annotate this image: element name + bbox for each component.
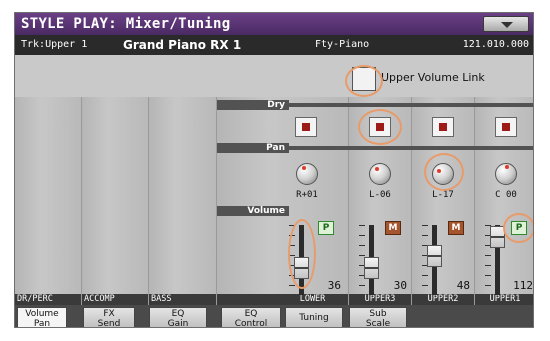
page-menu-button[interactable] <box>483 16 529 32</box>
pan-value-lower: R+01 <box>296 190 318 200</box>
channel-strip-accomp: ACCOMP <box>82 97 149 305</box>
play-button-lower[interactable]: P <box>318 221 334 235</box>
volume-fader-upper2[interactable] <box>427 245 442 267</box>
channel-strip-lower: LOWER <box>217 97 349 305</box>
pan-knob-upper1[interactable] <box>495 163 517 185</box>
dry-button-lower[interactable] <box>295 117 317 137</box>
highlight-ring <box>345 65 383 97</box>
volume-value-upper1: 112 <box>513 279 533 292</box>
volume-fader-upper3[interactable] <box>364 257 379 279</box>
channel-strip-dr-perc: DR/PERC <box>15 97 82 305</box>
tab-eq-control[interactable]: EQ Control <box>221 307 281 327</box>
volume-value-upper2: 48 <box>456 279 470 292</box>
pan-knob-upper3[interactable] <box>369 163 391 185</box>
tab-fx-send[interactable]: FX Send <box>83 307 135 327</box>
sound-number: 121.010.000 <box>462 39 529 50</box>
tab-bar: Volume Pan FX Send EQ Gain EQ Control Tu… <box>15 305 533 327</box>
channel-name: UPPER3 <box>349 294 411 305</box>
highlight-ring <box>503 213 533 243</box>
pan-value-upper2: L-17 <box>432 190 454 200</box>
page-title: STYLE PLAY: Mixer/Tuning <box>21 16 231 32</box>
dry-button-upper1[interactable] <box>495 117 517 137</box>
tab-sub-scale[interactable]: Sub Scale <box>349 307 407 327</box>
chevron-down-icon <box>501 22 513 28</box>
sound-name[interactable]: Grand Piano RX 1 <box>123 35 241 55</box>
pan-value-upper1: C 00 <box>495 190 517 200</box>
title-bar: STYLE PLAY: Mixer/Tuning <box>15 13 533 35</box>
pan-value-upper3: L-06 <box>369 190 391 200</box>
channel-strip-bass: BASS <box>149 97 217 305</box>
dry-section-label: Dry <box>217 100 289 110</box>
channel-name: DR/PERC <box>15 294 81 305</box>
mixer-screen: STYLE PLAY: Mixer/Tuning Trk:Upper 1 Gra… <box>14 12 534 328</box>
tab-tuning[interactable]: Tuning <box>285 307 343 327</box>
volume-value-upper3: 30 <box>393 279 407 292</box>
channel-name: ACCOMP <box>82 294 148 305</box>
channel-name: BASS <box>149 294 216 305</box>
channel-name: LOWER <box>217 294 348 305</box>
track-info-bar: Trk:Upper 1 Grand Piano RX 1 Fty-Piano 1… <box>15 35 533 55</box>
pan-section-label: Pan <box>217 143 289 153</box>
volume-section-label: Volume <box>217 206 289 216</box>
mute-button-upper3[interactable]: M <box>385 221 401 235</box>
tab-volume-pan[interactable]: Volume Pan <box>17 307 67 327</box>
highlight-ring <box>424 153 464 191</box>
upper-volume-link-label: Upper Volume Link <box>381 71 485 84</box>
track-label: Trk:Upper 1 <box>21 39 88 50</box>
channel-name: UPPER1 <box>475 294 533 305</box>
pan-knob-lower[interactable] <box>296 163 318 185</box>
sound-bank: Fty-Piano <box>315 39 370 50</box>
dry-button-upper2[interactable] <box>432 117 454 137</box>
highlight-ring <box>358 109 402 145</box>
volume-value-lower: 36 <box>327 279 341 292</box>
channel-name: UPPER2 <box>412 294 474 305</box>
tab-eq-gain[interactable]: EQ Gain <box>149 307 207 327</box>
mute-button-upper2[interactable]: M <box>448 221 464 235</box>
